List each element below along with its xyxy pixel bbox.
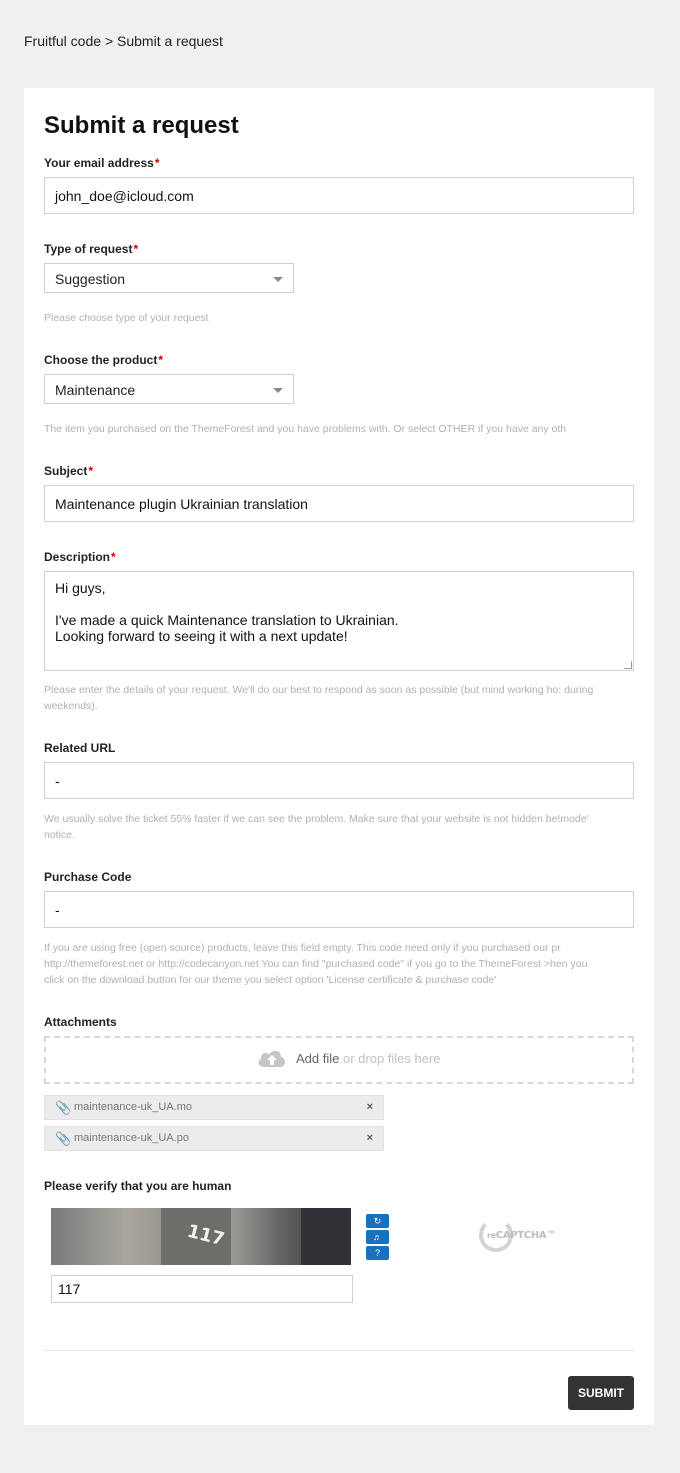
captcha-label: Please verify that you are human [44,1179,232,1193]
product-label: Choose the product* [44,353,164,367]
captcha-image: 117 [51,1208,351,1265]
related-url-label: Related URL [44,741,116,755]
recaptcha-brand-prefix: re [487,1231,496,1240]
description-line: Looking forward to seeing it with a next… [55,628,348,644]
request-type-value: Suggestion [55,271,126,287]
required-mark: * [154,156,160,170]
product-value: Maintenance [55,382,136,398]
email-label: Your email address* [44,156,160,170]
request-form-card: Submit a request Your email address* joh… [24,88,654,1425]
help-icon[interactable]: ? [366,1246,389,1260]
remove-icon[interactable]: × [367,1132,373,1144]
resize-handle[interactable] [624,661,632,669]
drop-files-text: or drop files here [339,1051,441,1066]
purchase-code-hint: If you are using free (open source) prod… [44,942,588,986]
subject-field[interactable]: Maintenance plugin Ukrainian translation [44,485,634,522]
required-mark: * [158,353,164,367]
related-url-hint: We usually solve the ticket 55% faster i… [44,813,589,841]
attachment-filename: maintenance-uk_UA.mo [74,1101,193,1113]
select-caret-icon [273,388,283,393]
paperclip-icon: 📎 [55,1131,72,1146]
description-textarea[interactable]: Hi guys, I've made a quick Maintenance t… [44,571,634,671]
page-title: Submit a request [44,112,239,139]
request-type-select[interactable]: Suggestion [44,263,294,293]
breadcrumb-home-link[interactable]: Fruitful code [24,33,101,49]
request-type-hint: Please choose type of your request [44,312,209,324]
divider [44,1350,634,1351]
product-select[interactable]: Maintenance [44,374,294,404]
breadcrumb: Fruitful code > Submit a request [24,33,223,49]
file-dropzone[interactable]: Add file or drop files here [44,1036,634,1084]
breadcrumb-separator: > [104,33,114,49]
remove-icon[interactable]: × [367,1101,373,1113]
attachments-label: Attachments [44,1015,117,1029]
audio-icon[interactable]: ♬ [366,1230,389,1244]
dropzone-content: Add file or drop files here [258,1050,441,1067]
required-mark: * [111,550,116,564]
add-file-link[interactable]: Add file [296,1051,339,1066]
email-field[interactable]: john_doe@icloud.com [44,177,634,214]
paperclip-icon: 📎 [55,1100,72,1115]
select-caret-icon [273,277,283,282]
cloud-upload-icon [258,1050,285,1067]
recaptcha-logo-icon: reCAPTCHA™ [479,1216,559,1256]
description-line: I've made a quick Maintenance translatio… [55,612,399,628]
recaptcha-brand: CAPTCHA™ [495,1230,557,1241]
breadcrumb-current: Submit a request [117,33,223,49]
related-url-field[interactable]: - [44,762,634,799]
attachment-item: 📎 maintenance-uk_UA.mo × [44,1095,384,1120]
submit-button[interactable]: SUBMIT [568,1376,634,1410]
purchase-code-label: Purchase Code [44,870,132,884]
purchase-code-field[interactable]: - [44,891,634,928]
captcha-input[interactable]: 117 [51,1275,353,1303]
attachment-filename: maintenance-uk_UA.po [74,1132,189,1144]
request-type-label: Type of request* [44,242,139,256]
required-mark: * [133,242,139,256]
subject-label: Subject* [44,464,94,478]
description-line: Hi guys, [55,580,106,596]
attachment-item: 📎 maintenance-uk_UA.po × [44,1126,384,1151]
required-mark: * [88,464,94,478]
description-label: Description* [44,550,116,564]
refresh-icon[interactable]: ↻ [366,1214,389,1228]
product-hint: The item you purchased on the ThemeFores… [44,423,567,435]
description-hint: Please enter the details of your request… [44,684,594,712]
